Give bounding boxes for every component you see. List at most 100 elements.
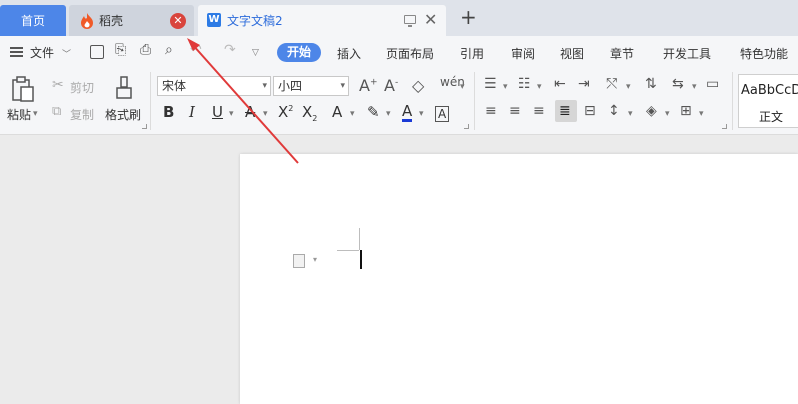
- tab-view[interactable]: 视图: [560, 45, 584, 62]
- chevron-down-icon[interactable]: ▾: [350, 109, 355, 119]
- paste-icon[interactable]: [11, 76, 35, 102]
- underline-icon[interactable]: U: [212, 103, 223, 121]
- chevron-down-icon[interactable]: ▾: [460, 82, 465, 92]
- tab-insert[interactable]: 插入: [337, 45, 361, 62]
- chevron-down-icon[interactable]: ▾: [386, 109, 391, 119]
- strikethrough-icon[interactable]: A: [245, 103, 255, 121]
- superscript-icon[interactable]: X2: [278, 103, 293, 121]
- tab-daoke[interactable]: 稻壳 ✕: [69, 5, 194, 36]
- undo-icon[interactable]: ↶: [190, 42, 202, 58]
- style-sample: AaBbCcD: [741, 83, 798, 98]
- bullet-list-icon[interactable]: ☰: [484, 76, 497, 92]
- font-dialog-launcher[interactable]: [464, 124, 469, 129]
- chevron-down-icon[interactable]: ▾: [626, 82, 631, 92]
- font-size-select[interactable]: 小四 ▾: [273, 76, 349, 96]
- paste-dropdown-icon[interactable]: ▾: [33, 109, 38, 119]
- highlight-icon[interactable]: ✎: [367, 103, 380, 121]
- text-direction-icon[interactable]: ⤲: [606, 76, 617, 92]
- tab-home[interactable]: 首页: [0, 5, 66, 36]
- paste-button[interactable]: 粘贴: [7, 106, 31, 123]
- print-preview-icon[interactable]: ⌕: [165, 42, 173, 58]
- chevron-down-icon[interactable]: ▾: [419, 109, 424, 119]
- table-grid-icon[interactable]: ▭: [706, 76, 719, 92]
- menu-bar: 文件 ﹀ ⎘ ⎙ ⌕ ↶ ↷ ▽ 开始 插入 页面布局 引用 审阅 视图 章节 …: [0, 36, 798, 68]
- tab-chapter[interactable]: 章节: [610, 45, 634, 62]
- tab-references[interactable]: 引用: [460, 45, 484, 62]
- tab-document[interactable]: W 文字文稿2 ✕: [198, 5, 446, 36]
- show-marks-icon[interactable]: ⇆: [672, 76, 684, 92]
- scissors-icon: ✂: [52, 77, 64, 93]
- margin-mark: [337, 250, 359, 251]
- monitor-icon[interactable]: [404, 15, 416, 27]
- chevron-down-icon[interactable]: ▾: [229, 109, 234, 119]
- quick-access-more-icon[interactable]: ▽: [252, 48, 259, 58]
- numbered-list-icon[interactable]: ☷: [518, 76, 531, 92]
- chevron-down-icon[interactable]: ▾: [665, 109, 670, 119]
- sort-icon[interactable]: ⇅: [645, 76, 657, 92]
- close-tab-icon[interactable]: ✕: [170, 13, 186, 29]
- justify-icon[interactable]: ≣: [559, 103, 571, 119]
- text-effect-icon[interactable]: A: [332, 103, 342, 121]
- tab-review[interactable]: 审阅: [511, 45, 535, 62]
- decrease-indent-icon[interactable]: ⇤: [554, 76, 566, 92]
- save-icon[interactable]: [90, 45, 104, 59]
- ribbon: 粘贴 ▾ ✂ 剪切 ⧉ 复制 格式刷 宋体 ▾ 小四 ▾ A+ A- ◇ wén ▾…: [0, 68, 798, 135]
- chevron-down-icon[interactable]: ▾: [503, 82, 508, 92]
- chevron-down-icon: ▾: [340, 81, 345, 91]
- divider: [732, 72, 733, 130]
- increase-indent-icon[interactable]: ⇥: [578, 76, 590, 92]
- font-size-value: 小四: [278, 79, 303, 93]
- align-right-icon[interactable]: ≡: [533, 103, 545, 119]
- tab-developer-tools[interactable]: 开发工具: [663, 45, 711, 62]
- chevron-down-icon[interactable]: ▾: [692, 82, 697, 92]
- chevron-down-icon[interactable]: ▾: [313, 255, 317, 264]
- chevron-down-icon: ▾: [262, 81, 267, 91]
- document-page[interactable]: ▾: [240, 154, 798, 404]
- chevron-down-icon[interactable]: ▾: [537, 82, 542, 92]
- subscript-icon[interactable]: X2: [302, 103, 317, 123]
- align-left-icon[interactable]: ≡: [485, 103, 497, 119]
- daoke-flame-icon: [81, 13, 93, 29]
- shrink-font-icon[interactable]: A-: [384, 76, 398, 95]
- style-name: 正文: [759, 110, 784, 124]
- wps-writer-icon: W: [207, 13, 221, 27]
- hamburger-icon[interactable]: [10, 47, 23, 57]
- copy-button[interactable]: 复制: [70, 106, 94, 123]
- bold-icon[interactable]: B: [163, 103, 174, 121]
- margin-mark: [359, 228, 360, 250]
- style-normal[interactable]: AaBbCcD 正文: [738, 74, 798, 128]
- menu-file[interactable]: 文件: [30, 44, 54, 61]
- chevron-down-icon[interactable]: ▾: [263, 109, 268, 119]
- chevron-down-icon[interactable]: ﹀: [62, 47, 71, 60]
- redo-icon[interactable]: ↷: [224, 42, 236, 58]
- document-icon[interactable]: [293, 254, 305, 268]
- tab-home-label: 首页: [20, 14, 45, 28]
- clipboard-dialog-launcher[interactable]: [142, 124, 147, 129]
- font-color-icon[interactable]: A: [402, 103, 413, 122]
- print-icon[interactable]: ⎙: [140, 42, 151, 58]
- format-painter-icon[interactable]: ⎘: [115, 42, 126, 58]
- cut-button[interactable]: 剪切: [70, 79, 94, 96]
- italic-icon[interactable]: I: [189, 103, 195, 121]
- chevron-down-icon[interactable]: ▾: [699, 109, 704, 119]
- format-painter-button[interactable]: 格式刷: [105, 106, 141, 123]
- paragraph-dialog-launcher[interactable]: [722, 124, 727, 129]
- add-tab-icon[interactable]: +: [460, 5, 477, 29]
- clear-format-icon[interactable]: ◇: [412, 76, 424, 95]
- tab-page-layout[interactable]: 页面布局: [386, 45, 434, 62]
- tab-special-features[interactable]: 特色功能: [740, 45, 788, 62]
- close-icon[interactable]: ✕: [424, 10, 437, 29]
- distributed-icon[interactable]: ⊟: [584, 103, 596, 119]
- tab-start[interactable]: 开始: [277, 43, 321, 62]
- character-border-icon[interactable]: A: [435, 106, 450, 122]
- chevron-down-icon[interactable]: ▾: [628, 109, 633, 119]
- tab-bar: 首页 稻壳 ✕ W 文字文稿2 ✕ +: [0, 0, 798, 36]
- borders-icon[interactable]: ⊞: [680, 103, 692, 119]
- shading-icon[interactable]: ◈: [646, 103, 657, 119]
- align-center-icon[interactable]: ≡: [509, 103, 521, 119]
- divider: [474, 72, 475, 130]
- grow-font-icon[interactable]: A+: [359, 76, 378, 95]
- font-name-select[interactable]: 宋体 ▾: [157, 76, 271, 96]
- line-spacing-icon[interactable]: ↕: [608, 103, 620, 119]
- tab-daoke-label: 稻壳: [99, 14, 124, 28]
